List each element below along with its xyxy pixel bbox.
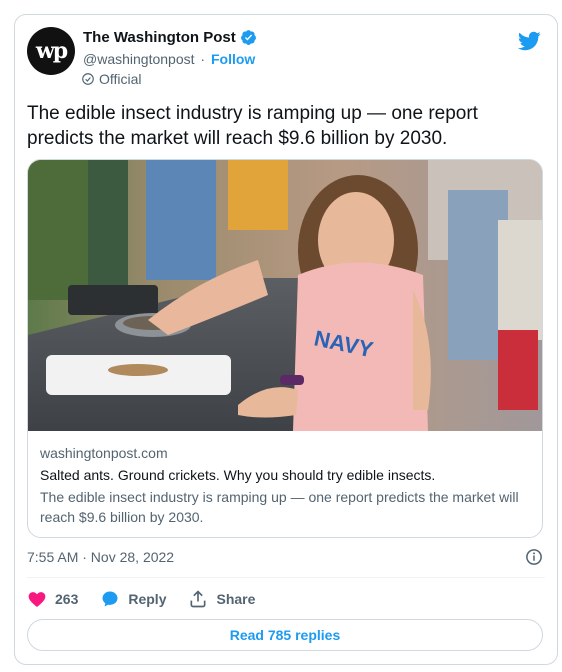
like-button[interactable]: 263 — [27, 589, 78, 609]
official-check-icon — [82, 73, 94, 85]
read-replies-button[interactable]: Read 785 replies — [27, 619, 543, 651]
info-icon[interactable] — [525, 548, 543, 566]
account-handle-row: @washingtonpost · Follow — [83, 51, 255, 67]
share-button[interactable]: Share — [188, 589, 255, 609]
avatar-logo-text: wp — [35, 38, 68, 64]
link-description: The edible insect industry is ramping up… — [40, 489, 519, 525]
action-bar: 263 Reply Share — [27, 587, 255, 611]
official-label: Official — [99, 71, 142, 87]
link-card-meta: washingtonpost.com Salted ants. Ground c… — [28, 431, 542, 527]
share-label: Share — [216, 591, 256, 607]
read-replies-label: Read 785 replies — [229, 627, 341, 643]
heart-icon — [28, 592, 46, 607]
reply-label: Reply — [128, 591, 167, 607]
verified-badge-icon — [240, 30, 256, 45]
reply-bubble-icon — [102, 591, 118, 607]
account-handle[interactable]: @washingtonpost — [83, 51, 195, 67]
avatar[interactable]: wp — [27, 27, 75, 75]
follow-button[interactable]: Follow — [211, 51, 255, 67]
official-label-row: Official — [81, 71, 142, 87]
link-card[interactable]: NAVY washingtonpost.com Salted ants. Gro… — [27, 159, 543, 538]
like-count: 263 — [55, 591, 79, 607]
account-name-row[interactable]: The Washington Post — [83, 29, 257, 46]
divider — [27, 577, 545, 578]
reply-button[interactable]: Reply — [100, 589, 166, 609]
tweet-card: wp The Washington Post @washingtonpost ·… — [14, 14, 558, 665]
tweet-text: The edible insect industry is ramping up… — [27, 103, 478, 149]
separator-dot: · — [200, 51, 206, 67]
share-icon — [190, 590, 206, 608]
article-image[interactable]: NAVY — [28, 160, 543, 431]
twitter-bird-icon[interactable] — [517, 29, 541, 53]
link-headline[interactable]: Salted ants. Ground crickets. Why you sh… — [40, 465, 530, 485]
account-name[interactable]: The Washington Post — [83, 29, 236, 46]
tweet-timestamp[interactable]: 7:55 AM · Nov 28, 2022 — [27, 549, 174, 565]
link-domain: washingtonpost.com — [40, 445, 168, 461]
